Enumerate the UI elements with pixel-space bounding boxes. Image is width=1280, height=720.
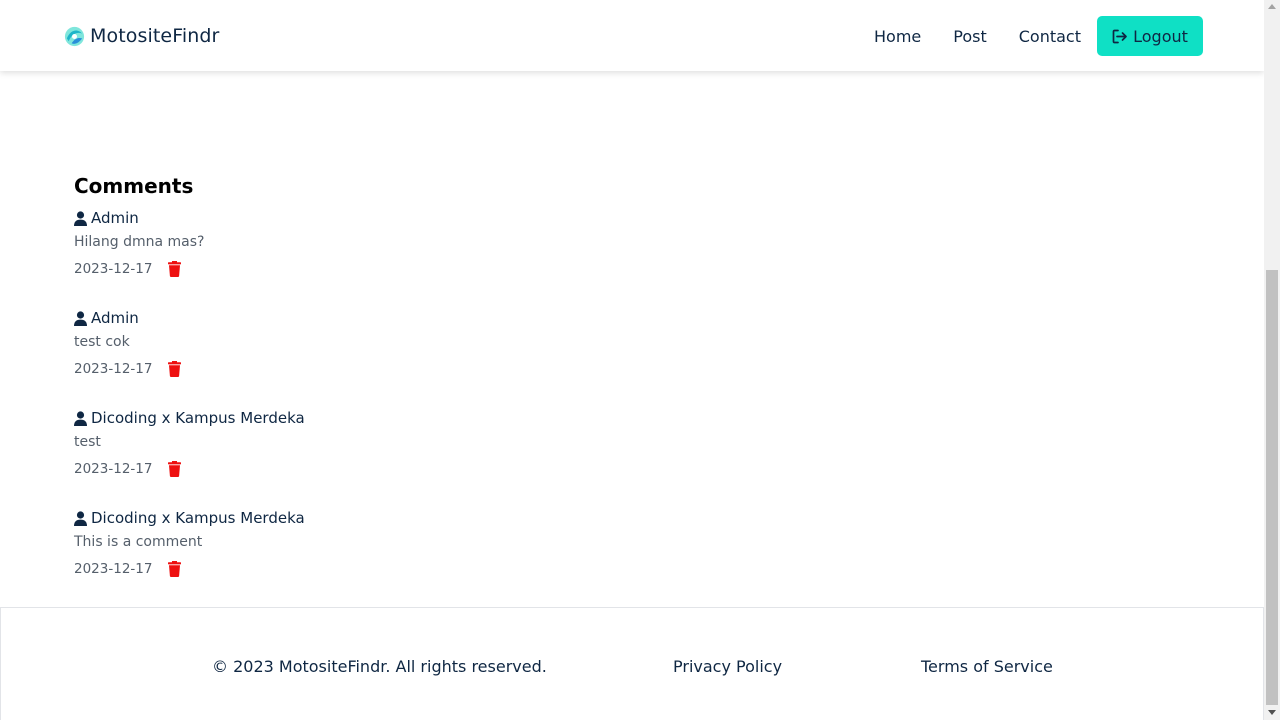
- comments-title: Comments: [74, 174, 194, 198]
- logout-arrow-icon: [1112, 29, 1127, 43]
- nav-contact[interactable]: Contact: [1019, 27, 1081, 46]
- vertical-scrollbar[interactable]: [1264, 0, 1280, 720]
- user-icon: [74, 310, 87, 326]
- comment-text: Hilang dmna mas?: [74, 234, 205, 250]
- trash-icon: [168, 261, 182, 277]
- delete-comment-button[interactable]: [168, 261, 182, 277]
- motosite-logo-icon: [64, 26, 85, 46]
- delete-comment-button[interactable]: [168, 561, 182, 577]
- author-name: Dicoding x Kampus Merdeka: [91, 409, 305, 427]
- comment-text: test: [74, 434, 101, 450]
- footer: © 2023 MotositeFindr. All rights reserve…: [0, 607, 1264, 720]
- author-name: Dicoding x Kampus Merdeka: [91, 509, 305, 527]
- privacy-policy-link[interactable]: Privacy Policy: [673, 657, 782, 676]
- comment-item: Admin test cok 2023-12-17: [74, 306, 674, 400]
- nav-post[interactable]: Post: [953, 27, 986, 46]
- author-name: Admin: [91, 309, 139, 327]
- trash-icon: [168, 561, 182, 577]
- comment-author: Dicoding x Kampus Merdeka: [74, 506, 674, 530]
- comment-date: 2023-12-17: [74, 361, 153, 377]
- user-icon: [74, 210, 87, 226]
- nav-home[interactable]: Home: [874, 27, 921, 46]
- user-icon: [74, 410, 87, 426]
- logout-button[interactable]: Logout: [1097, 16, 1203, 56]
- comment-text: test cok: [74, 334, 130, 350]
- delete-comment-button[interactable]: [168, 361, 182, 377]
- navbar: MotositeFindr Home Post Contact Logout: [0, 0, 1264, 71]
- scroll-up-arrow-icon[interactable]: [1268, 4, 1276, 9]
- author-name: Admin: [91, 209, 139, 227]
- comment-author: Admin: [74, 306, 674, 330]
- logout-label: Logout: [1133, 26, 1188, 46]
- brand-link[interactable]: MotositeFindr: [63, 22, 219, 50]
- comment-item: Dicoding x Kampus Merdeka test 2023-12-1…: [74, 406, 674, 500]
- comment-author: Dicoding x Kampus Merdeka: [74, 406, 674, 430]
- comment-author: Admin: [74, 206, 674, 230]
- scrollbar-thumb[interactable]: [1266, 270, 1278, 705]
- copyright-text: © 2023 MotositeFindr. All rights reserve…: [212, 657, 547, 676]
- comment-date: 2023-12-17: [74, 561, 153, 577]
- terms-of-service-link[interactable]: Terms of Service: [921, 657, 1053, 676]
- comments-section: Comments Admin Hilang dmna mas? 2023-12-…: [74, 172, 674, 600]
- page: MotositeFindr Home Post Contact Logout C…: [0, 0, 1264, 720]
- comment-item: Dicoding x Kampus Merdeka This is a comm…: [74, 506, 674, 600]
- brand-name: MotositeFindr: [90, 25, 220, 47]
- trash-icon: [168, 461, 182, 477]
- nav-links: Home Post Contact Logout: [874, 16, 1203, 56]
- comment-date: 2023-12-17: [74, 461, 153, 477]
- scroll-down-arrow-icon[interactable]: [1268, 710, 1276, 715]
- delete-comment-button[interactable]: [168, 461, 182, 477]
- comment-meta: 2023-12-17: [74, 254, 674, 284]
- user-icon: [74, 510, 87, 526]
- comment-date: 2023-12-17: [74, 261, 153, 277]
- comment-meta: 2023-12-17: [74, 354, 674, 384]
- comment-item: Admin Hilang dmna mas? 2023-12-17: [74, 206, 674, 300]
- comment-meta: 2023-12-17: [74, 554, 674, 584]
- trash-icon: [168, 361, 182, 377]
- comment-meta: 2023-12-17: [74, 454, 674, 484]
- comment-text: This is a comment: [74, 534, 203, 550]
